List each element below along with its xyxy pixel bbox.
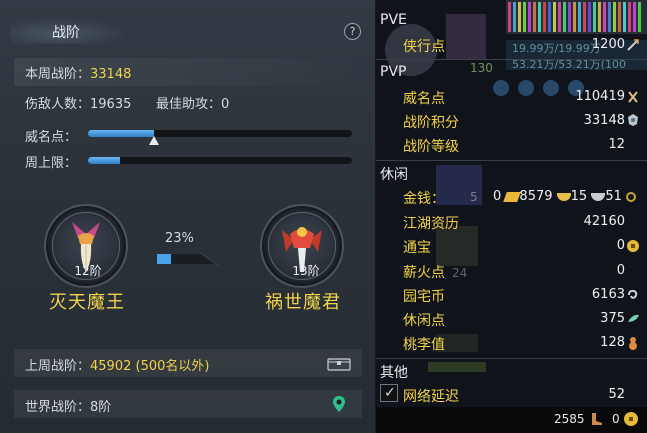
prestige-icon	[628, 91, 638, 103]
prestige-label: 威名点：	[25, 130, 78, 145]
money-v1: 8579	[519, 189, 553, 204]
money-v3: 51	[605, 189, 622, 204]
footer-bar: 2585 0	[376, 407, 647, 433]
prestige-progress-fill	[88, 130, 154, 137]
xiaxing-icon	[627, 39, 639, 51]
row-value-xinhuodian: 0	[616, 263, 625, 278]
panel-header: 战阶 ?	[0, 0, 376, 50]
chest-icon[interactable]	[327, 355, 351, 371]
money-values: 0 8579 15 51	[493, 189, 637, 204]
money-v2: 15	[570, 189, 588, 204]
row-label-network-latency: 网络延迟	[403, 389, 459, 405]
row-label-weimingdian: 威名点	[403, 91, 445, 107]
weekly-rank-value: 33148	[90, 67, 132, 82]
coin-icon	[627, 240, 639, 252]
row-value-xiaxingdian: 1200	[591, 37, 625, 52]
row-value-weimingdian: 110419	[575, 89, 625, 104]
copper-coin-icon	[626, 191, 637, 202]
battle-rank-panel: 战阶 ? 本周战阶：33148 伤敌人数：19635 最佳助攻：0 威名点： 周…	[0, 0, 376, 433]
current-rank-level: 12阶	[74, 264, 102, 278]
section-title-pvp: PVP	[380, 64, 407, 80]
kills-label: 伤敌人数：	[25, 97, 91, 112]
location-pin-icon[interactable]	[332, 395, 346, 413]
row-label-money: 金钱：	[403, 191, 445, 207]
row-value-taolizhi: 128	[600, 335, 625, 350]
boot-icon	[592, 413, 602, 425]
row-label-xiuxiandian: 休闲点	[403, 313, 445, 329]
last-week-label: 上周战阶：	[25, 359, 91, 374]
check-icon: ✓	[384, 385, 396, 401]
prestige-progress-bar	[88, 130, 352, 137]
leaf-icon	[628, 314, 639, 322]
weekly-cap-progress-bar	[88, 157, 352, 164]
best-assist-value: 0	[221, 97, 230, 112]
footer-left-value: 2585	[554, 412, 585, 426]
skill-count-24: 24	[452, 266, 467, 280]
last-week-value: 45902 (500名以外)	[90, 359, 210, 374]
row-value-tongbao: 0	[616, 238, 625, 253]
row-label-zhanjie-jifen: 战阶积分	[403, 115, 459, 131]
row-value-network-latency: 52	[608, 387, 625, 402]
kills-value: 19635	[90, 97, 132, 112]
row-label-yuanzhaibi: 园宅币	[403, 289, 445, 305]
level-text: 130	[470, 61, 493, 75]
separator	[376, 358, 647, 359]
best-assist-row: 最佳助攻：0	[156, 93, 229, 112]
row-label-tongbao: 通宝	[403, 240, 431, 256]
prestige-marker-icon	[149, 136, 159, 145]
coin-icon	[624, 412, 638, 426]
world-rank-row: 世界战阶：8阶	[25, 396, 111, 415]
section-title-other: 其他	[380, 365, 408, 381]
rank-progress-fill	[157, 254, 171, 264]
separator	[376, 160, 647, 161]
footer-right-value: 0	[612, 412, 620, 426]
row-label-jianghu-zili: 江湖资历	[403, 216, 459, 232]
rank-progress-percent: 23%	[165, 231, 194, 246]
help-icon[interactable]: ?	[344, 23, 361, 40]
next-rank-level: 13阶	[292, 264, 320, 278]
weekly-rank-row: 本周战阶：33148	[25, 63, 131, 82]
separator	[376, 59, 647, 60]
row-label-zhanjie-dengji: 战阶等级	[403, 139, 459, 155]
world-rank-value: 8阶	[90, 400, 112, 415]
weekly-rank-label: 本周战阶：	[25, 67, 91, 82]
section-title-leisure: 休闲	[380, 167, 408, 183]
hp-text: 19.99万/19.99万	[512, 42, 601, 55]
row-value-yuanzhaibi: 6163	[591, 287, 625, 302]
rank-progress-bar	[156, 253, 218, 265]
row-value-jianghu-zili: 42160	[583, 214, 625, 229]
row-value-zhanjie-jifen: 33148	[583, 113, 625, 128]
swirl-coin-icon	[628, 289, 638, 299]
kills-row: 伤敌人数：19635	[25, 93, 131, 112]
row-label-xiaxingdian: 侠行点	[403, 39, 445, 55]
row-label-taolizhi: 桃李值	[403, 337, 445, 353]
panel-title: 战阶	[52, 25, 80, 41]
weekly-cap-progress-fill	[88, 157, 120, 164]
gold-icon	[556, 192, 571, 201]
next-rank-name: 祸世魔君	[265, 292, 341, 313]
money-v0: 0	[493, 189, 502, 204]
gourd-icon	[629, 337, 637, 350]
rank-badge-icon	[628, 114, 638, 126]
row-value-zhanjie-dengji: 12	[608, 137, 625, 152]
last-week-row: 上周战阶：45902 (500名以外)	[25, 355, 209, 374]
section-title-pve: PVE	[380, 12, 407, 28]
currency-overlay-panel: 19.99万/19.99万 53.21万/53.21万(100 130 5 24…	[376, 0, 647, 433]
silver-icon	[591, 192, 606, 201]
current-rank-name: 灭天魔王	[49, 292, 125, 313]
best-assist-label: 最佳助攻：	[156, 97, 222, 112]
row-value-xiuxiandian: 375	[600, 311, 625, 326]
weekly-cap-label: 周上限：	[25, 156, 78, 171]
row-label-xinhuodian: 薪火点	[403, 265, 445, 281]
skill-count-5: 5	[470, 190, 478, 204]
network-latency-checkbox[interactable]: ✓	[380, 384, 398, 402]
world-rank-label: 世界战阶：	[25, 400, 91, 415]
